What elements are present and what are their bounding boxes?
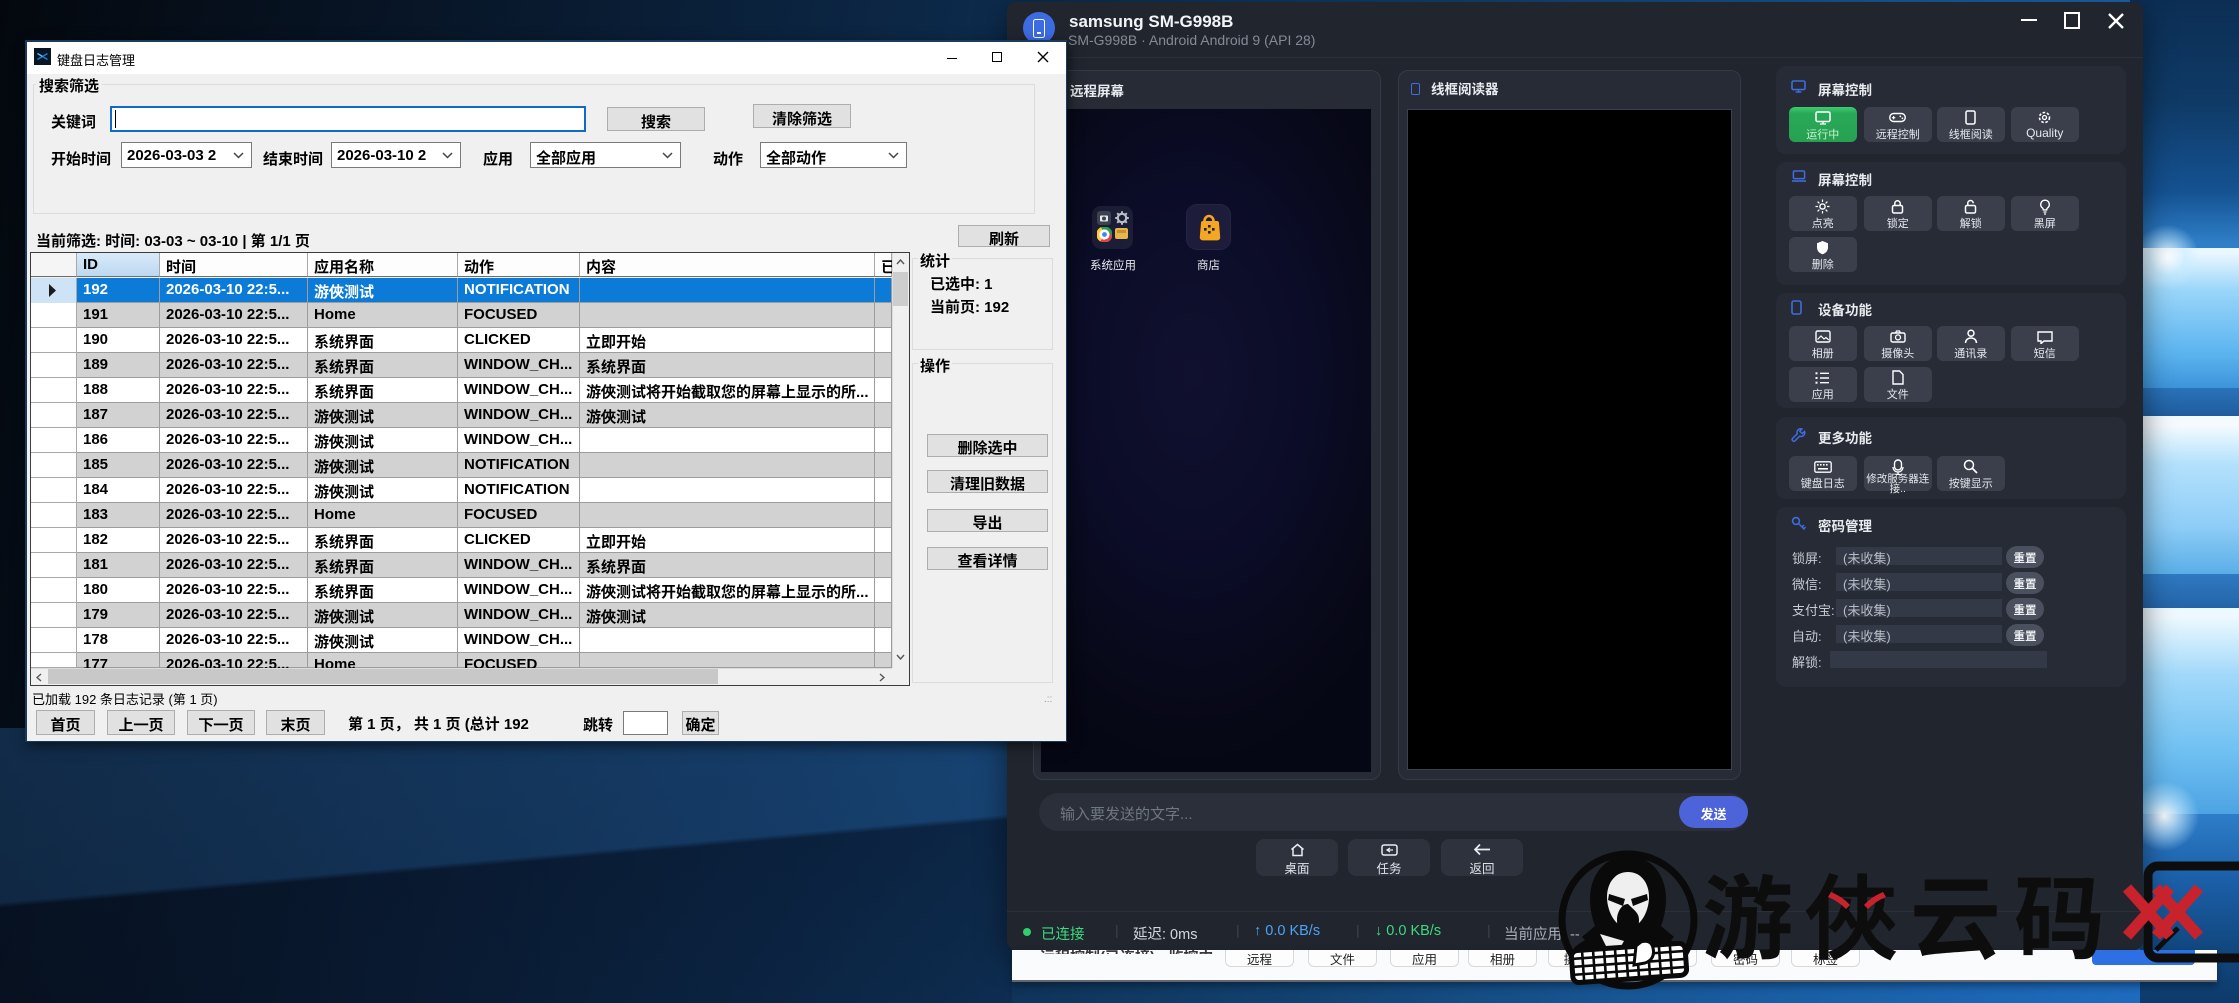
svg-text:游俠云码: 游俠云码 [1702, 846, 2118, 978]
